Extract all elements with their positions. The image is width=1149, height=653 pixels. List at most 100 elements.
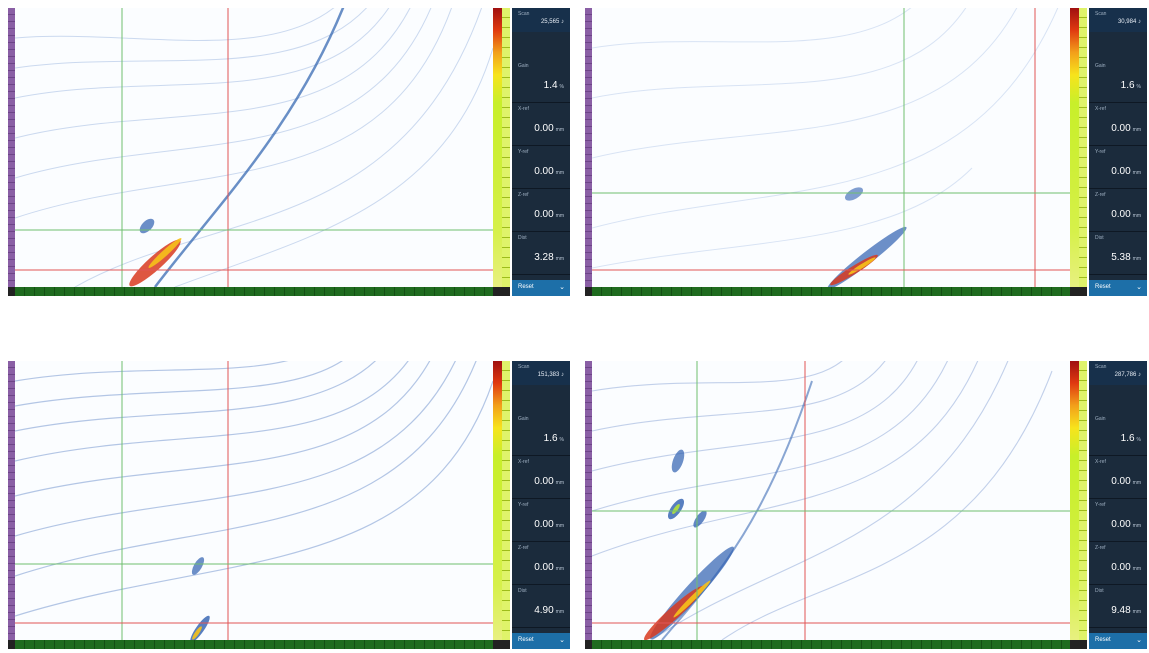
dist-label: Dist	[1095, 588, 1104, 594]
z-ref-value: 0.00 mm	[534, 562, 564, 573]
x-ref-cell[interactable]: X-ref 0.00 mm	[1089, 103, 1147, 146]
readout-panel: Scan 151,383 ♪ Gain 1.6% X-ref 0.00 mm Y-re…	[512, 361, 570, 649]
scan-image[interactable]	[592, 361, 1070, 640]
gain-cell[interactable]: Gain 1.4%	[512, 60, 570, 103]
gain-cell[interactable]: Gain 1.6%	[1089, 60, 1147, 103]
x-ref-label: X-ref	[518, 459, 529, 465]
scan-image[interactable]	[15, 8, 493, 287]
x-ref-cell[interactable]: X-ref 0.00 mm	[1089, 456, 1147, 499]
reset-button[interactable]: Reset ⌄	[1089, 633, 1147, 649]
depth-ruler[interactable]	[585, 361, 592, 640]
scan-image[interactable]	[592, 8, 1070, 287]
scan-svg	[15, 361, 493, 640]
scan-ruler[interactable]	[15, 287, 493, 296]
z-ref-cell[interactable]: Z-ref 0.00 mm	[512, 189, 570, 232]
scan-position-cell: Scan 25,565 ♪	[512, 8, 570, 32]
chevron-down-icon: ⌄	[559, 637, 565, 644]
reset-label: Reset	[1095, 284, 1111, 290]
amplitude-ruler[interactable]	[1079, 361, 1087, 640]
depth-ruler[interactable]	[8, 8, 15, 287]
y-ref-cell[interactable]: Y-ref 0.00 mm	[512, 499, 570, 542]
dist-cell[interactable]: Dist 9.48 mm	[1089, 585, 1147, 628]
amplitude-ruler[interactable]	[502, 8, 510, 287]
scan-image[interactable]	[15, 361, 493, 640]
ruler-corner	[8, 287, 15, 296]
dist-cell[interactable]: Dist 4.90 mm	[512, 585, 570, 628]
dist-label: Dist	[1095, 235, 1104, 241]
y-ref-label: Y-ref	[1095, 149, 1106, 155]
z-ref-label: Z-ref	[1095, 545, 1106, 551]
z-ref-cell[interactable]: Z-ref 0.00 mm	[512, 542, 570, 585]
amplitude-colorbar	[1070, 8, 1079, 287]
ruler-corner	[585, 287, 592, 296]
colorbar-corner	[493, 287, 510, 296]
x-ref-cell[interactable]: X-ref 0.00 mm	[512, 456, 570, 499]
gain-label: Gain	[1095, 416, 1106, 422]
scan-label: Scan	[1095, 11, 1107, 17]
y-ref-cell[interactable]: Y-ref 0.00 mm	[1089, 146, 1147, 189]
y-ref-cell[interactable]: Y-ref 0.00 mm	[1089, 499, 1147, 542]
scan-ruler[interactable]	[592, 640, 1070, 649]
z-ref-value: 0.00 mm	[1111, 209, 1141, 220]
dist-value: 9.48 mm	[1111, 605, 1141, 616]
amplitude-colorbar	[493, 361, 502, 640]
amplitude-colorbar	[493, 8, 502, 287]
scan-label: Scan	[518, 11, 530, 17]
z-ref-label: Z-ref	[518, 192, 529, 198]
dist-cell[interactable]: Dist 3.28 mm	[512, 232, 570, 275]
y-ref-value: 0.00 mm	[1111, 519, 1141, 530]
colorbar-corner	[1070, 640, 1087, 649]
reset-button[interactable]: Reset ⌄	[512, 633, 570, 649]
scan-svg	[15, 8, 493, 287]
gain-value: 1.6%	[1120, 80, 1141, 91]
reset-label: Reset	[518, 284, 534, 290]
readout-panel: Scan 25,565 ♪ Gain 1.4% X-ref 0.00 mm Y-ref…	[512, 8, 570, 296]
reset-button[interactable]: Reset ⌄	[1089, 280, 1147, 296]
scan-value: 287,786 ♪	[1114, 372, 1141, 378]
scan-position-cell: Scan 30,984 ♪	[1089, 8, 1147, 32]
y-ref-value: 0.00 mm	[534, 166, 564, 177]
z-ref-cell[interactable]: Z-ref 0.00 mm	[1089, 542, 1147, 585]
amplitude-ruler[interactable]	[1079, 8, 1087, 287]
y-ref-label: Y-ref	[518, 149, 529, 155]
z-ref-value: 0.00 mm	[534, 209, 564, 220]
scan-svg	[592, 8, 1070, 287]
scan-value: 151,383 ♪	[537, 372, 564, 378]
depth-ruler[interactable]	[585, 8, 592, 287]
dist-cell[interactable]: Dist 5.38 mm	[1089, 232, 1147, 275]
scan-value: 25,565 ♪	[540, 19, 564, 25]
y-ref-cell[interactable]: Y-ref 0.00 mm	[512, 146, 570, 189]
scan-label: Scan	[518, 364, 530, 370]
dist-label: Dist	[518, 588, 527, 594]
x-ref-label: X-ref	[1095, 106, 1106, 112]
x-ref-cell[interactable]: X-ref 0.00 mm	[512, 103, 570, 146]
readout-panel: Scan 287,786 ♪ Gain 1.6% X-ref 0.00 mm Y-re…	[1089, 361, 1147, 649]
scan-ruler[interactable]	[592, 287, 1070, 296]
dist-value: 4.90 mm	[534, 605, 564, 616]
colorbar-corner	[493, 640, 510, 649]
z-ref-label: Z-ref	[518, 545, 529, 551]
scan-ruler[interactable]	[15, 640, 493, 649]
scan-panel-2: Scan 30,984 ♪ Gain 1.6% X-ref 0.00 mm Y-ref…	[585, 3, 1147, 296]
z-ref-cell[interactable]: Z-ref 0.00 mm	[1089, 189, 1147, 232]
x-ref-value: 0.00 mm	[534, 476, 564, 487]
gain-cell[interactable]: Gain 1.6%	[512, 413, 570, 456]
x-ref-value: 0.00 mm	[1111, 476, 1141, 487]
x-ref-value: 0.00 mm	[1111, 123, 1141, 134]
z-ref-label: Z-ref	[1095, 192, 1106, 198]
dist-value: 3.28 mm	[534, 252, 564, 263]
y-ref-label: Y-ref	[1095, 502, 1106, 508]
gain-label: Gain	[518, 63, 529, 69]
gain-cell[interactable]: Gain 1.6%	[1089, 413, 1147, 456]
amplitude-ruler[interactable]	[502, 361, 510, 640]
reset-label: Reset	[518, 637, 534, 643]
gain-label: Gain	[518, 416, 529, 422]
gain-value: 1.4%	[543, 80, 564, 91]
reset-label: Reset	[1095, 637, 1111, 643]
reset-button[interactable]: Reset ⌄	[512, 280, 570, 296]
gain-value: 1.6%	[543, 433, 564, 444]
x-ref-label: X-ref	[1095, 459, 1106, 465]
depth-ruler[interactable]	[8, 361, 15, 640]
chevron-down-icon: ⌄	[559, 284, 565, 291]
x-ref-value: 0.00 mm	[534, 123, 564, 134]
